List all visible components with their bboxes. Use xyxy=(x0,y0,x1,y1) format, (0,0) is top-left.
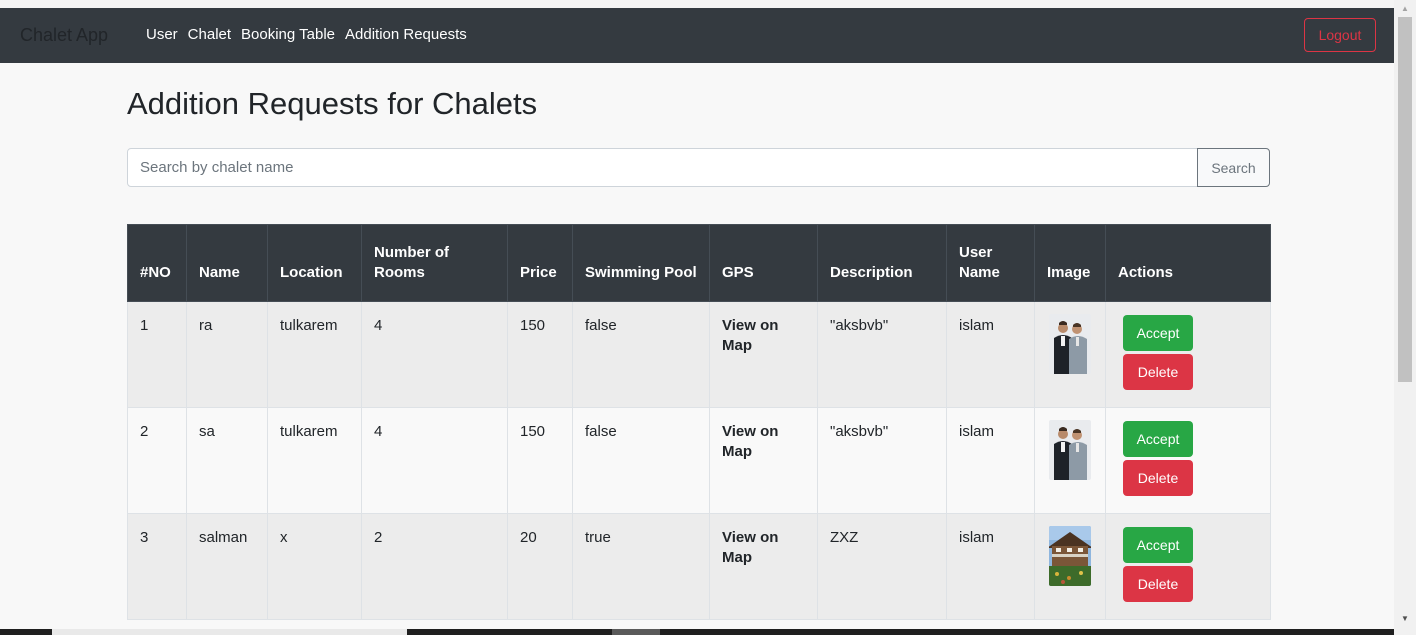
cell-pool: false xyxy=(572,407,710,514)
cell-rooms: 2 xyxy=(361,513,508,620)
window-top-strip xyxy=(0,0,1394,8)
logout-button[interactable]: Logout xyxy=(1304,18,1376,52)
cell-location: x xyxy=(267,513,362,620)
cell-name: salman xyxy=(186,513,268,620)
table-row: 2 sa tulkarem 4 150 false View on Map "a… xyxy=(127,407,1271,514)
delete-button[interactable]: Delete xyxy=(1123,566,1193,602)
header-actions: Actions xyxy=(1105,224,1271,302)
cell-price: 20 xyxy=(507,513,573,620)
scrollbar-thumb[interactable] xyxy=(1398,17,1412,382)
nav-link-booking-table[interactable]: Booking Table xyxy=(241,26,335,43)
view-on-map-link[interactable]: View on Map xyxy=(709,407,818,514)
view-on-map-link[interactable]: View on Map xyxy=(709,301,818,408)
scroll-up-arrow-icon[interactable]: ▲ xyxy=(1394,4,1416,13)
search-button[interactable]: Search xyxy=(1197,148,1270,187)
delete-button[interactable]: Delete xyxy=(1123,354,1193,390)
cell-image xyxy=(1034,513,1106,620)
cell-rooms: 4 xyxy=(361,301,508,408)
cell-description: "aksbvb" xyxy=(817,407,947,514)
brand-link[interactable]: Chalet App xyxy=(20,25,108,46)
cell-price: 150 xyxy=(507,407,573,514)
cell-description: ZXZ xyxy=(817,513,947,620)
accept-button[interactable]: Accept xyxy=(1123,421,1193,457)
accept-button[interactable]: Accept xyxy=(1123,527,1193,563)
header-image: Image xyxy=(1034,224,1106,302)
header-gps: GPS xyxy=(709,224,818,302)
nav-links: User Chalet Booking Table Addition Reque… xyxy=(146,26,467,43)
header-no: #NO xyxy=(127,224,187,302)
cell-name: sa xyxy=(186,407,268,514)
cell-no: 2 xyxy=(127,407,187,514)
nav-link-addition-requests[interactable]: Addition Requests xyxy=(345,26,467,43)
header-pool: Swimming Pool xyxy=(572,224,710,302)
cell-location: tulkarem xyxy=(267,407,362,514)
table-row: 1 ra tulkarem 4 150 false View on Map "a… xyxy=(127,301,1271,408)
accept-button[interactable]: Accept xyxy=(1123,315,1193,351)
cell-user-name: islam xyxy=(946,513,1035,620)
two-men-photo xyxy=(1049,314,1091,374)
header-user-name: User Name xyxy=(946,224,1035,302)
header-rooms: Number of Rooms xyxy=(361,224,508,302)
two-men-photo xyxy=(1049,420,1091,480)
taskbar xyxy=(0,629,1394,635)
search-input[interactable] xyxy=(127,148,1198,187)
cell-image xyxy=(1034,407,1106,514)
cell-description: "aksbvb" xyxy=(817,301,947,408)
header-price: Price xyxy=(507,224,573,302)
header-location: Location xyxy=(267,224,362,302)
nav-link-user[interactable]: User xyxy=(146,26,178,43)
cell-no: 3 xyxy=(127,513,187,620)
cell-actions: Accept Delete xyxy=(1105,407,1271,514)
chalet-photo xyxy=(1049,526,1091,586)
cell-user-name: islam xyxy=(946,301,1035,408)
cell-price: 150 xyxy=(507,301,573,408)
cell-pool: true xyxy=(572,513,710,620)
taskbar-item[interactable] xyxy=(52,629,407,635)
vertical-scrollbar[interactable]: ▲ ▼ xyxy=(1394,0,1416,635)
table-row: 3 salman x 2 20 true View on Map ZXZ isl… xyxy=(127,513,1271,620)
table-header-row: #NO Name Location Number of Rooms Price … xyxy=(127,224,1271,302)
view-on-map-link[interactable]: View on Map xyxy=(709,513,818,620)
nav-link-chalet[interactable]: Chalet xyxy=(188,26,231,43)
requests-table: #NO Name Location Number of Rooms Price … xyxy=(127,224,1271,620)
header-description: Description xyxy=(817,224,947,302)
cell-pool: false xyxy=(572,301,710,408)
cell-image xyxy=(1034,301,1106,408)
header-name: Name xyxy=(186,224,268,302)
cell-location: tulkarem xyxy=(267,301,362,408)
cell-rooms: 4 xyxy=(361,407,508,514)
cell-user-name: islam xyxy=(946,407,1035,514)
taskbar-item[interactable] xyxy=(612,629,660,635)
cell-actions: Accept Delete xyxy=(1105,301,1271,408)
scroll-down-arrow-icon[interactable]: ▼ xyxy=(1394,614,1416,623)
cell-actions: Accept Delete xyxy=(1105,513,1271,620)
delete-button[interactable]: Delete xyxy=(1123,460,1193,496)
cell-no: 1 xyxy=(127,301,187,408)
navbar: Chalet App User Chalet Booking Table Add… xyxy=(0,8,1394,63)
cell-name: ra xyxy=(186,301,268,408)
page-title: Addition Requests for Chalets xyxy=(127,86,538,121)
